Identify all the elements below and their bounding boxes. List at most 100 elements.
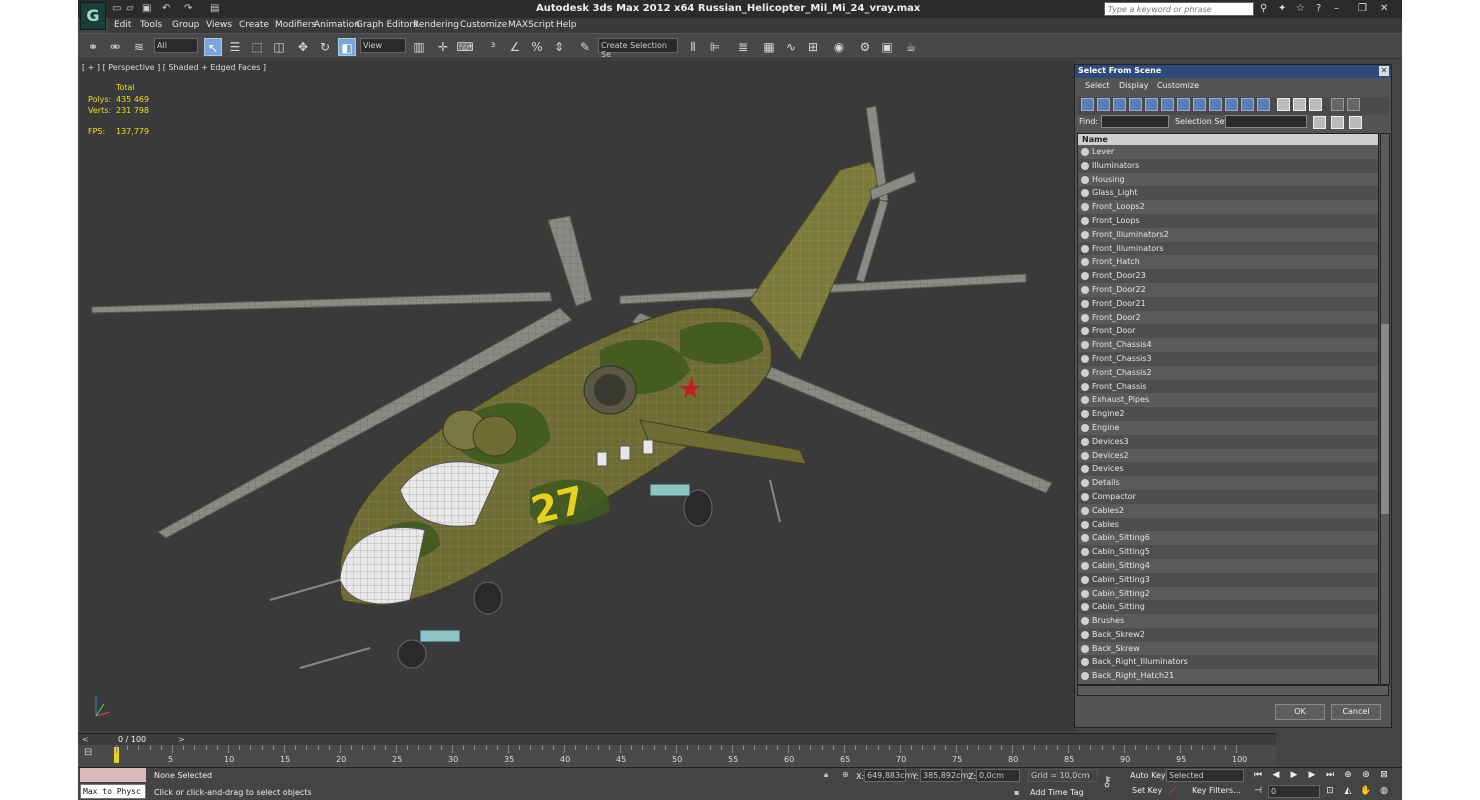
menu-customize[interactable]: Customize <box>460 20 507 30</box>
list-item[interactable]: Brushes <box>1078 614 1378 628</box>
list-item[interactable]: Front_Chassis4 <box>1078 338 1378 352</box>
set-key-button[interactable]: Set Key <box>1132 786 1162 795</box>
time-slider-next-icon[interactable]: > <box>178 735 185 744</box>
menu-tools[interactable]: Tools <box>140 20 162 30</box>
selection-set-dropdown[interactable] <box>1225 115 1307 128</box>
link-icon[interactable]: ⚭ <box>84 38 102 56</box>
list-item[interactable]: Glass_Light <box>1078 186 1378 201</box>
render-production-icon[interactable]: ☕ <box>902 38 920 56</box>
maxscript-listener-output[interactable] <box>80 768 146 782</box>
search-input[interactable]: Type a keyword or phrase <box>1104 2 1254 16</box>
binoculars-icon[interactable]: ⚲ <box>1260 3 1267 14</box>
list-item[interactable]: Illuminators <box>1078 158 1378 173</box>
open-file-icon[interactable]: ▱ <box>126 3 134 14</box>
list-item[interactable]: Engine2 <box>1078 407 1378 421</box>
name-column-header[interactable]: Name <box>1078 134 1378 145</box>
list-item[interactable]: Cabin_Sitting2 <box>1078 587 1378 601</box>
redo-icon[interactable]: ↷ <box>184 3 192 14</box>
list-item[interactable]: Front_Illuminators2 <box>1078 228 1378 242</box>
bind-space-warp-icon[interactable]: ≋ <box>130 38 148 56</box>
list-item[interactable]: Details <box>1078 476 1378 490</box>
find-input[interactable] <box>1101 115 1169 128</box>
add-time-tag-button[interactable]: Add Time Tag <box>1030 788 1084 797</box>
reference-coordinate-dropdown[interactable]: View <box>360 38 406 53</box>
layer-manager-icon[interactable]: ≣ <box>734 38 752 56</box>
align-icon[interactable]: ⊫ <box>706 38 724 56</box>
percent-snap-icon[interactable]: % <box>528 38 546 56</box>
scale-icon[interactable]: ◧ <box>338 38 356 56</box>
select-manipulate-icon[interactable]: ✛ <box>434 38 452 56</box>
selection-filter-dropdown[interactable]: All <box>154 38 198 53</box>
list-item[interactable]: Cabin_Sitting3 <box>1078 572 1378 587</box>
app-logo[interactable]: G <box>80 2 106 30</box>
selection-region-icon[interactable]: ⬚ <box>248 38 266 56</box>
display-lights-icon[interactable] <box>1113 98 1126 111</box>
list-item[interactable]: Front_Chassis2 <box>1078 366 1378 380</box>
display-helpers-icon[interactable] <box>1145 98 1158 111</box>
communication-icon[interactable]: ☆ <box>1296 3 1305 14</box>
menu-help[interactable]: Help <box>556 20 577 30</box>
select-by-name-icon[interactable]: ☰ <box>226 38 244 56</box>
list-item[interactable]: Exhaust_Pipes <box>1078 393 1378 407</box>
filter-options-icon[interactable] <box>1347 98 1360 111</box>
list-item[interactable]: Front_Loops <box>1078 213 1378 228</box>
key-mode-toggle-icon[interactable]: ⊣ <box>1252 786 1264 798</box>
display-space-warps-icon[interactable] <box>1161 98 1174 111</box>
viewport-label[interactable]: [ + ] [ Perspective ] [ Shaded + Edged F… <box>82 63 266 72</box>
auto-key-button[interactable]: Auto Key <box>1130 771 1166 780</box>
select-invert-icon[interactable] <box>1349 116 1362 129</box>
project-folder-icon[interactable]: ▤ <box>210 3 219 14</box>
list-item[interactable]: Cabin_Sitting4 <box>1078 559 1378 573</box>
list-item[interactable]: Front_Door2 <box>1078 311 1378 325</box>
time-slider-prev-icon[interactable]: < <box>82 735 89 744</box>
material-editor-icon[interactable]: ◉ <box>830 38 848 56</box>
key-mode-dropdown[interactable]: Selected <box>1166 769 1244 782</box>
list-item[interactable]: Back_Right_Illuminators <box>1078 655 1378 670</box>
menu-graph-editors[interactable]: Graph Editors <box>356 20 418 30</box>
display-cameras-icon[interactable] <box>1129 98 1142 111</box>
z-coordinate-field[interactable]: 0,0cm <box>976 769 1020 782</box>
subscription-icon[interactable]: ✦ <box>1278 3 1286 14</box>
mini-curve-editor-icon[interactable]: ⊟ <box>84 747 92 758</box>
select-all-icon[interactable] <box>1313 116 1326 129</box>
list-item[interactable]: Cabin_Sitting6 <box>1078 531 1378 545</box>
list-item[interactable]: Devices3 <box>1078 434 1378 449</box>
rendered-frame-window-icon[interactable]: ▣ <box>878 38 896 56</box>
select-object-icon[interactable]: ↖ <box>204 38 222 56</box>
list-item[interactable]: Front_Hatch <box>1078 255 1378 269</box>
maxscript-listener-input[interactable]: Max to Physc <box>80 784 146 799</box>
time-configuration-icon[interactable]: ⊡ <box>1324 786 1336 798</box>
dialog-menu-display[interactable]: Display <box>1119 81 1149 90</box>
menu-edit[interactable]: Edit <box>114 20 131 30</box>
x-coordinate-field[interactable]: 649,883cm <box>864 769 912 782</box>
dialog-menu-customize[interactable]: Customize <box>1157 81 1199 90</box>
list-item[interactable]: Cabin_Sitting5 <box>1078 545 1378 559</box>
display-frozen-icon[interactable] <box>1241 98 1254 111</box>
next-frame-icon[interactable]: ▶ <box>1306 770 1318 782</box>
pivot-center-icon[interactable]: ▥ <box>410 38 428 56</box>
help-icon[interactable]: ? <box>1316 3 1321 14</box>
play-icon[interactable]: ▶ <box>1288 770 1300 782</box>
go-to-start-icon[interactable]: ⏮ <box>1252 770 1264 782</box>
display-geometry-icon[interactable] <box>1081 98 1094 111</box>
new-file-icon[interactable]: ▭ <box>112 3 121 14</box>
key-filters-button[interactable]: Key Filters... <box>1192 786 1241 795</box>
zoom-all-icon[interactable]: ⊛ <box>1360 770 1372 782</box>
dialog-close-icon[interactable]: ✕ <box>1379 66 1389 76</box>
cancel-button[interactable]: Cancel <box>1331 704 1381 720</box>
list-item[interactable]: Front_Door22 <box>1078 283 1378 297</box>
list-item[interactable]: Devices2 <box>1078 449 1378 463</box>
angle-snap-icon[interactable]: ∠ <box>506 38 524 56</box>
zoom-extents-icon[interactable]: ⊠ <box>1378 770 1390 782</box>
minimize-icon[interactable]: – <box>1334 3 1339 14</box>
graphite-ribbon-icon[interactable]: ▦ <box>760 38 778 56</box>
menu-modifiers[interactable]: Modifiers <box>275 20 316 30</box>
previous-frame-icon[interactable]: ◀ <box>1270 770 1282 782</box>
rotate-icon[interactable]: ↻ <box>316 38 334 56</box>
time-tag-icon[interactable]: ▪ <box>1014 788 1019 797</box>
current-frame-field[interactable]: 0 <box>1268 785 1320 798</box>
list-item[interactable]: Back_Right_Hatch21 <box>1078 669 1378 683</box>
go-to-end-icon[interactable]: ⏭ <box>1324 770 1336 782</box>
display-none-icon[interactable] <box>1293 98 1306 111</box>
display-containers-icon[interactable] <box>1225 98 1238 111</box>
